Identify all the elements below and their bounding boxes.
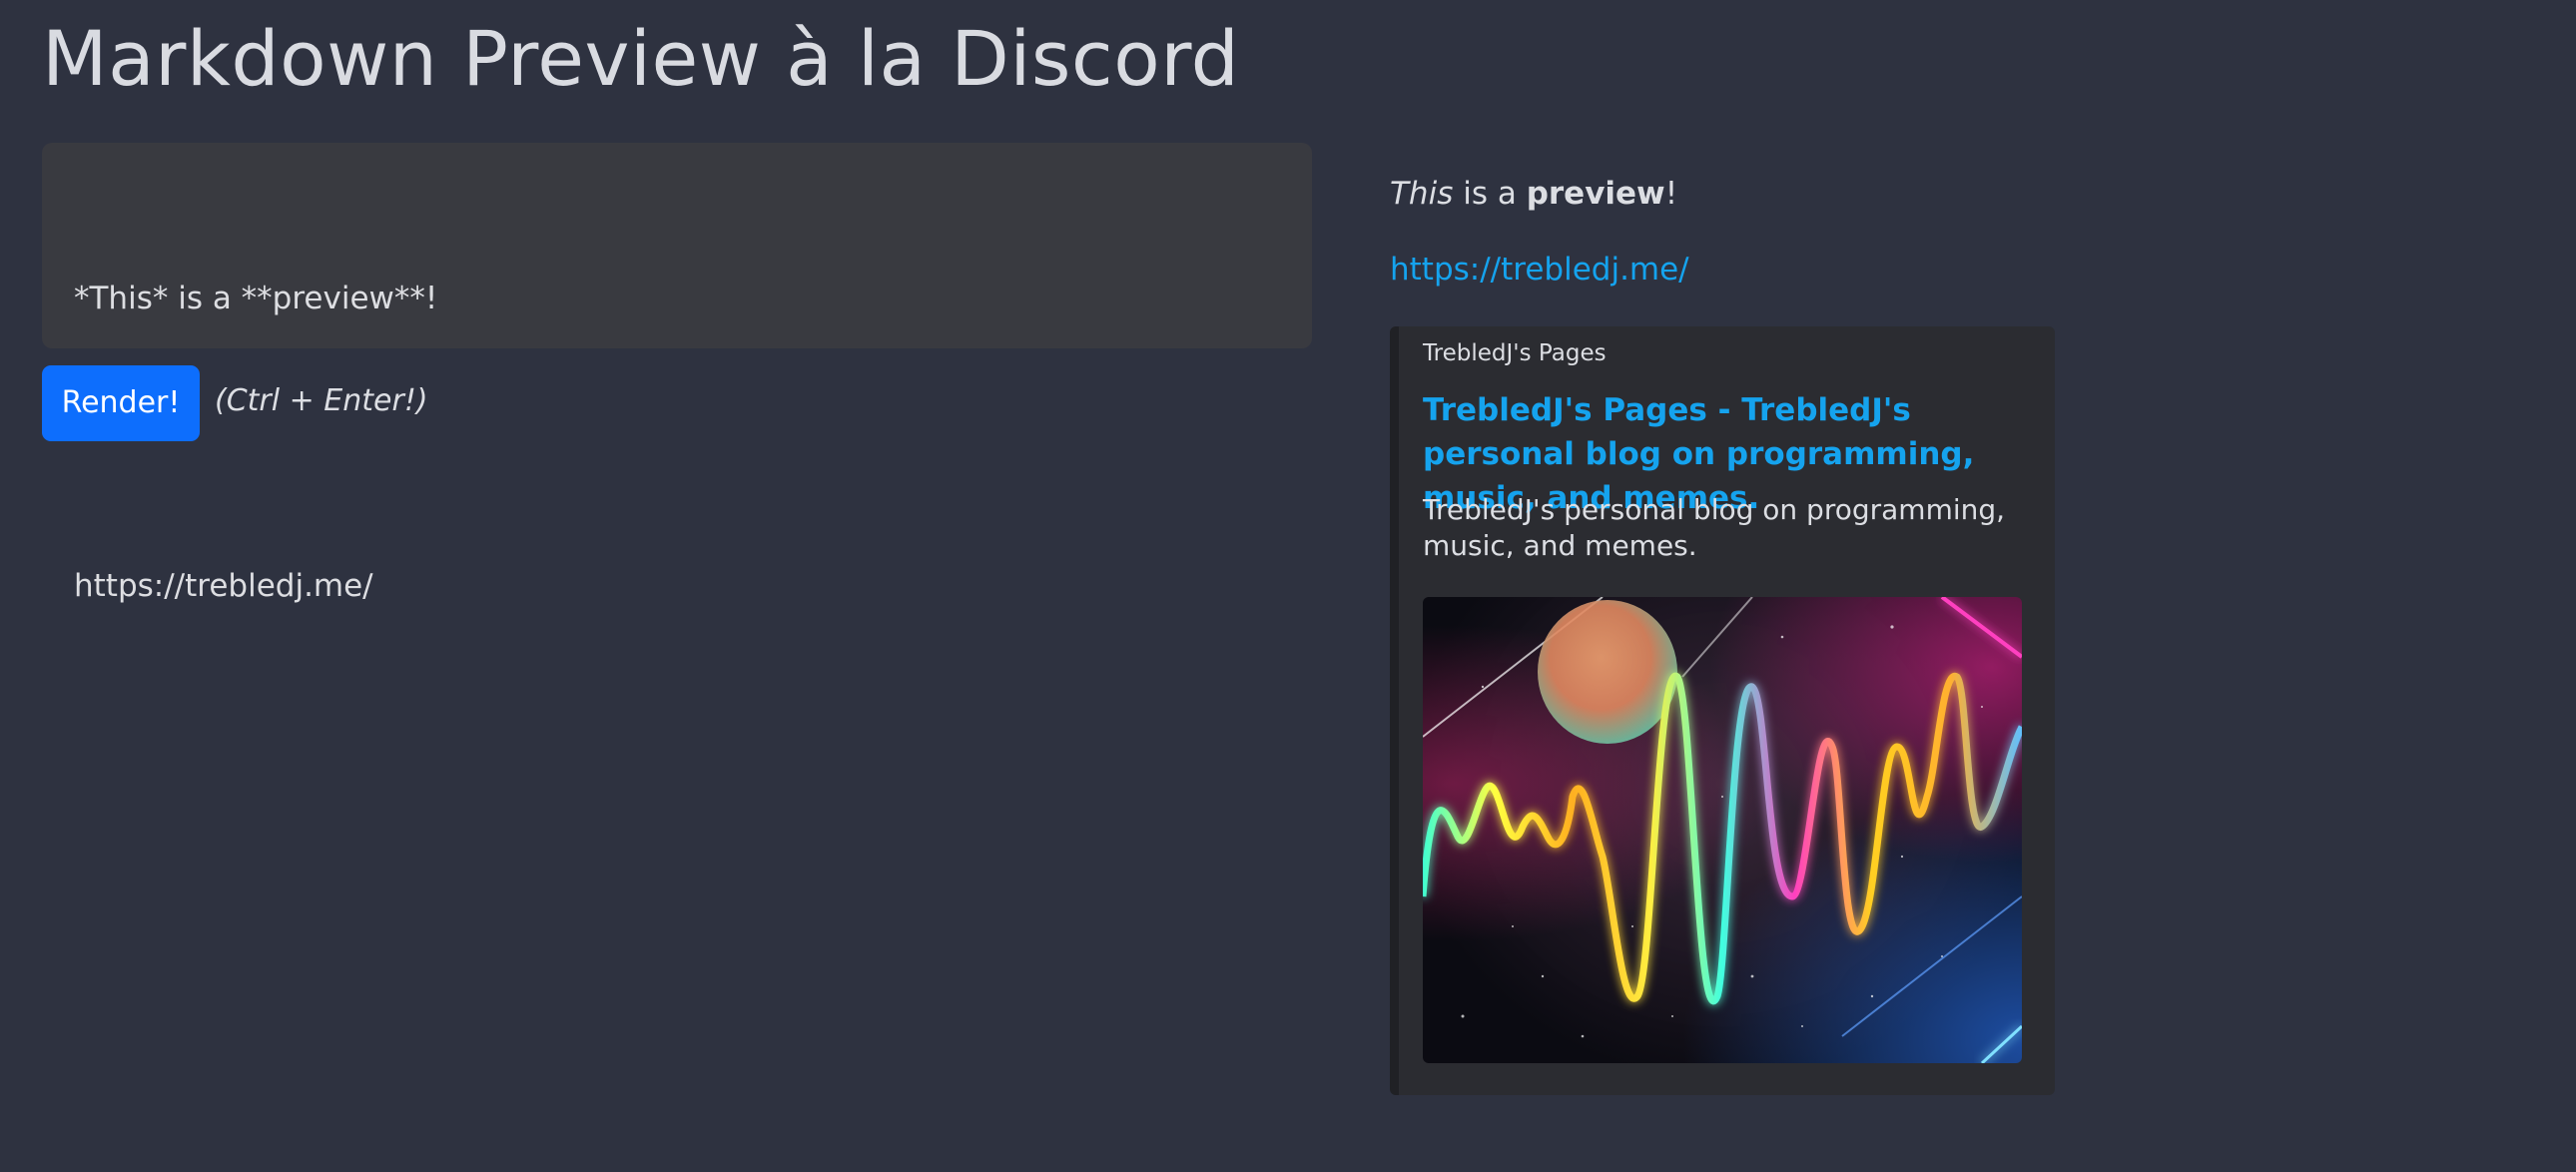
embed-description: TrebledJ's personal blog on programming,…: [1423, 493, 2006, 562]
preview-italic: This: [1390, 176, 1454, 212]
preview-bold: preview: [1526, 176, 1665, 212]
editor-line: https://trebledj.me/: [74, 568, 373, 604]
embed-image[interactable]: [1423, 597, 2022, 1063]
embed-provider: TrebledJ's Pages: [1423, 340, 1607, 366]
markdown-input[interactable]: *This* is a **preview**! https://trebled…: [42, 143, 1312, 604]
preview-end: !: [1664, 176, 1678, 212]
link-embed: TrebledJ's Pages TrebledJ's Pages - Treb…: [1390, 326, 2055, 1095]
neon-sound-wave-image: [1423, 597, 2022, 1063]
preview-link-line: https://trebledj.me/: [1390, 252, 1689, 288]
shortcut-hint: (Ctrl + Enter!): [215, 383, 428, 418]
page-title: Markdown Preview à la Discord: [42, 14, 1240, 103]
editor-line: *This* is a **preview**!: [74, 281, 438, 316]
preview-plain: is a: [1453, 176, 1527, 212]
render-button[interactable]: Render!: [42, 365, 200, 441]
editor-blank-line: [74, 418, 1280, 466]
preview-text: This is a preview!: [1390, 176, 1677, 212]
preview-link[interactable]: https://trebledj.me/: [1390, 252, 1689, 288]
